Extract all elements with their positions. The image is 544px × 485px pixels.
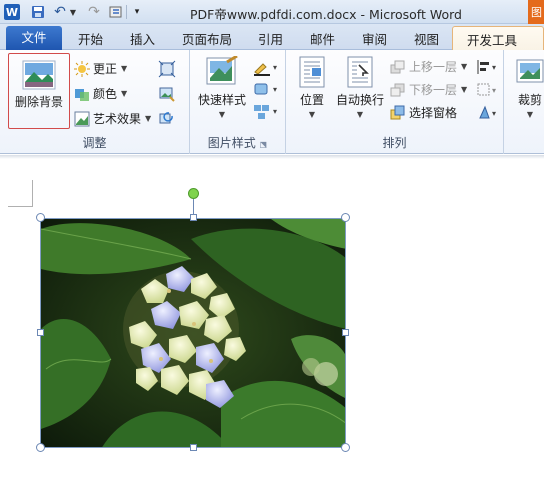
resize-handle-right[interactable] [342, 329, 349, 336]
group-label-arrange: 排列 [382, 136, 407, 150]
crop-icon [516, 59, 544, 83]
bring-forward-button[interactable]: 上移一层 ▼ [390, 58, 467, 75]
group-label-adjust: 调整 [82, 136, 107, 150]
crop-label: 裁剪 [517, 93, 542, 107]
picture-border-button[interactable]: ▾ [252, 58, 280, 76]
resize-handle-top-left[interactable] [36, 213, 45, 222]
reset-picture-icon[interactable] [158, 110, 176, 128]
resize-handle-bottom[interactable] [190, 444, 197, 451]
resize-handle-bottom-left[interactable] [36, 443, 45, 452]
quick-access-separator [126, 5, 127, 19]
svg-text:▾: ▾ [273, 63, 277, 72]
resize-handle-top-right[interactable] [341, 213, 350, 222]
send-backward-button[interactable]: 下移一层 ▼ [390, 81, 467, 98]
wrap-text-icon [347, 56, 373, 88]
group-size: 裁剪 ▼ [504, 50, 544, 154]
page-margin-corner-mark-vertical [32, 180, 33, 207]
quick-styles-button[interactable]: 快速样式 ▼ [196, 56, 248, 119]
selected-picture-hydrangea[interactable] [40, 218, 346, 448]
corrections-icon [74, 60, 90, 77]
resize-handle-top[interactable] [190, 214, 197, 221]
position-icon [299, 56, 325, 88]
group-arrange: 位置 ▼ 自动换行 ▼ 上移一层 ▼ 下移一层 ▼ 选择窗格 ▾ ▾ ▾ 排列 [286, 50, 504, 154]
align-button[interactable]: ▾ [476, 58, 500, 76]
svg-text:▾: ▾ [492, 86, 496, 95]
tab-format[interactable]: 开发工具 [452, 26, 544, 50]
position-label: 位置 [299, 93, 324, 107]
group-objects-button[interactable]: ▾ [476, 81, 500, 99]
artistic-effects-icon [74, 111, 90, 127]
svg-text:▾: ▾ [273, 85, 277, 94]
tab-view[interactable]: 视图 [414, 29, 439, 48]
send-backward-icon [390, 82, 406, 98]
corrections-button[interactable]: 更正 ▼ [74, 60, 127, 77]
compress-pictures-icon[interactable] [158, 60, 176, 78]
picture-layout-button[interactable]: ▾ [252, 102, 280, 120]
group-adjust: 删除背景 更正 ▼ 颜色 ▼ 艺术效果 ▼ 调整 [0, 50, 190, 154]
tab-file[interactable]: 文件 [6, 26, 62, 50]
remove-background-label: 删除背景 [14, 95, 63, 109]
tab-insert[interactable]: 插入 [130, 29, 155, 48]
svg-text:▾: ▾ [492, 63, 496, 72]
undo-icon[interactable]: ↶ [52, 4, 68, 20]
group-label-picture-styles: 图片样式 ⬔ [207, 136, 268, 150]
wrap-text-label: 自动换行 [335, 93, 384, 107]
bring-forward-icon [390, 59, 406, 75]
selection-pane-icon [390, 105, 406, 121]
tab-home[interactable]: 开始 [78, 29, 103, 48]
undo-dropdown-icon[interactable]: ▼ [69, 4, 77, 20]
document-top-shadow [0, 155, 544, 159]
customize-quick-access-icon[interactable]: ▾ [132, 4, 142, 20]
selection-pane-label: 选择窗格 [409, 106, 458, 120]
resize-handle-bottom-right[interactable] [341, 443, 350, 452]
artistic-effects-label: 艺术效果 [93, 112, 142, 126]
svg-text:▾: ▾ [492, 109, 496, 118]
rotation-handle[interactable] [188, 188, 199, 199]
remove-background-button[interactable]: 删除背景 [8, 53, 70, 129]
rotate-button[interactable]: ▾ [476, 104, 500, 122]
svg-text:▾: ▾ [273, 107, 277, 116]
ribbon-tab-bar: 文件 开始 插入 页面布局 引用 邮件 审阅 视图 开发工具 [0, 24, 544, 50]
tab-mailings[interactable]: 邮件 [310, 29, 335, 48]
save-icon[interactable] [30, 4, 46, 20]
tab-references[interactable]: 引用 [258, 29, 283, 48]
picture-tools-context-label: 图 [528, 0, 544, 24]
selection-pane-button[interactable]: 选择窗格 [390, 104, 457, 121]
wrap-text-button[interactable]: 自动换行 ▼ [334, 56, 386, 119]
crop-button[interactable]: 裁剪 ▼ [512, 56, 544, 119]
group-picture-styles: 快速样式 ▼ ▾ ▾ ▾ 图片样式 ⬔ [190, 50, 286, 154]
quick-styles-icon [206, 56, 238, 85]
dialog-launcher-icon[interactable]: ⬔ [260, 140, 268, 149]
ribbon: 删除背景 更正 ▼ 颜色 ▼ 艺术效果 ▼ 调整 快速样式 ▼ ▾ ▾ ▾ 图片… [0, 50, 544, 154]
title-bar: W ↶ ▼ ↷ ▾ PDF帝www.pdfdi.com.docx - Micro… [0, 0, 544, 24]
quick-styles-label: 快速样式 [197, 93, 246, 107]
position-button[interactable]: 位置 ▼ [292, 56, 332, 119]
window-title: PDF帝www.pdfdi.com.docx - Microsoft Word [190, 7, 462, 22]
tab-review[interactable]: 审阅 [362, 29, 387, 48]
repeat-icon[interactable] [108, 4, 124, 20]
word-logo-icon[interactable]: W [4, 4, 20, 20]
color-icon [74, 86, 90, 102]
color-button[interactable]: 颜色 ▼ [74, 85, 127, 102]
color-label: 颜色 [93, 87, 118, 101]
remove-background-icon [22, 60, 56, 90]
corrections-label: 更正 [93, 62, 118, 76]
change-picture-icon[interactable] [158, 85, 176, 103]
artistic-effects-button[interactable]: 艺术效果 ▼ [74, 110, 151, 127]
send-backward-label: 下移一层 [409, 83, 458, 97]
resize-handle-left[interactable] [37, 329, 44, 336]
bring-forward-label: 上移一层 [409, 60, 458, 74]
redo-icon[interactable]: ↷ [86, 4, 102, 20]
tab-page-layout[interactable]: 页面布局 [182, 29, 232, 48]
page-margin-corner-mark [8, 206, 32, 207]
picture-effects-button[interactable]: ▾ [252, 80, 280, 98]
